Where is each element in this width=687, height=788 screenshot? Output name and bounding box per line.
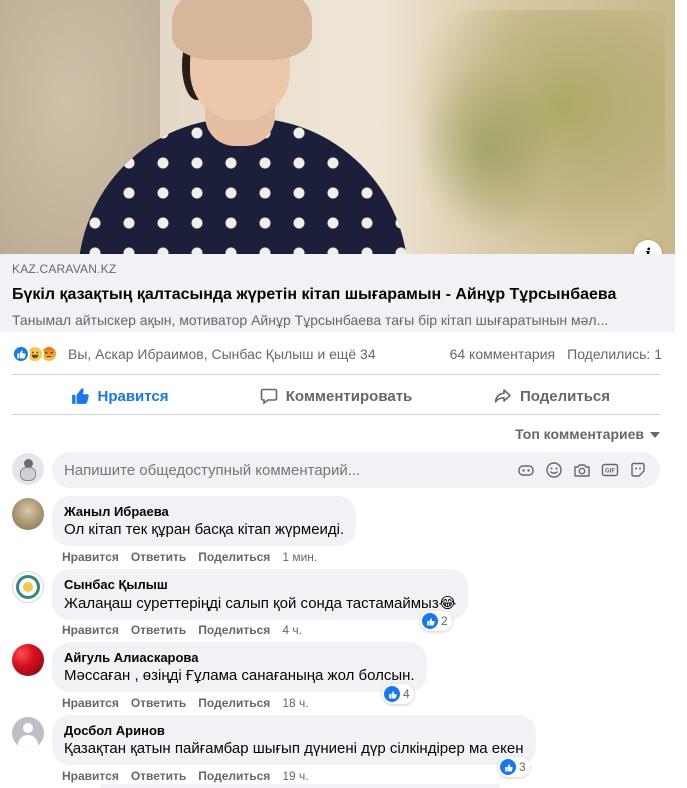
head-wrap	[172, 0, 312, 60]
reaction-count: 2	[441, 614, 448, 628]
comment-actions: Нравится Ответить Поделиться 19 ч.	[62, 769, 309, 783]
comment-share-button[interactable]: Поделиться	[198, 769, 270, 783]
like-reaction-icon	[422, 613, 438, 629]
comment-text: Жалаңаш суреттеріңді салып қой сонда тас…	[64, 595, 457, 612]
comments-count[interactable]: 64 комментария	[450, 346, 556, 362]
comment-author[interactable]: Айгуль Алиаскарова	[64, 650, 415, 665]
comment: Сынбас Қылыш Жалаңаш суреттеріңді салып …	[12, 569, 660, 639]
avatar[interactable]	[12, 453, 44, 485]
share-icon	[494, 389, 511, 403]
share-label: Поделиться	[519, 387, 611, 405]
comment-reaction-count[interactable]: 2	[420, 611, 452, 631]
comment-share-button[interactable]: Поделиться	[198, 696, 270, 710]
thumbs-up-icon	[72, 388, 90, 404]
comment-like-button[interactable]: Нравится	[62, 696, 119, 710]
avatar[interactable]	[12, 644, 44, 676]
comment-text: Ол кітап тек құран басқа кітап жүрмеиді.	[64, 521, 345, 538]
avatar[interactable]	[12, 571, 44, 603]
comment-bubble: Сынбас Қылыш Жалаңаш суреттеріңді салып …	[52, 569, 469, 620]
comment-button[interactable]: Комментировать	[228, 378, 444, 414]
comment-bubble: Досбол Аринов Қазақтан қатын пайғамбар ш…	[52, 715, 536, 765]
link-domain: KAZ.CARAVAN.KZ	[12, 262, 117, 276]
comment-reply-button[interactable]: Ответить	[131, 696, 186, 710]
comment-author[interactable]: Жаныл Ибраева	[64, 504, 344, 519]
comment-text: Қазақтан қатын пайғамбар шығып дүниені д…	[64, 740, 524, 757]
comment-input[interactable]	[64, 461, 516, 479]
like-button[interactable]: Нравится	[12, 378, 228, 414]
link-preview[interactable]: KAZ.CARAVAN.KZ Бүкіл қазақтың қалтасында…	[0, 254, 675, 332]
link-description: Танымал айтыскер ақын, мотиватор Айнұр Т…	[12, 312, 609, 328]
comment-bubble: Жаныл Ибраева Ол кітап тек құран басқа к…	[52, 496, 357, 546]
comment: Жаныл Ибраева Ол кітап тек құран басқа к…	[12, 496, 660, 566]
comment-like-button[interactable]: Нравится	[62, 623, 119, 637]
comment-time[interactable]: 4 ч.	[282, 623, 302, 637]
comment: Айгуль Алиаскарова Мәссаған , өзіңді Ғұл…	[12, 642, 660, 712]
comment-icon	[260, 388, 278, 405]
avatar[interactable]	[12, 717, 44, 749]
comment-time[interactable]: 1 мин.	[282, 550, 317, 564]
avatar-sticker-icon[interactable]	[628, 460, 648, 480]
like-reaction-icon	[500, 759, 516, 775]
comment-composer[interactable]: GIF	[52, 452, 660, 488]
reactions-bar: Вы, Аскар Ибраимов, Сынбас Қылыш и ещё 3…	[12, 340, 662, 368]
shares-count[interactable]: Поделились: 1	[567, 346, 662, 362]
like-reaction-icon	[384, 686, 400, 702]
comment-time[interactable]: 18 ч.	[282, 696, 308, 710]
next-comment-edge	[100, 784, 500, 788]
avatar[interactable]	[12, 498, 44, 530]
comment-sort-dropdown[interactable]: Топ комментариев	[500, 424, 660, 444]
comment-reply-button[interactable]: Ответить	[131, 550, 186, 564]
comment-label: Комментировать	[285, 387, 413, 405]
comment-actions: Нравится Ответить Поделиться 18 ч.	[62, 696, 309, 710]
comment-share-button[interactable]: Поделиться	[198, 623, 270, 637]
emoji-icon[interactable]	[544, 460, 564, 480]
svg-text:GIF: GIF	[605, 469, 615, 475]
comment-share-button[interactable]: Поделиться	[198, 550, 270, 564]
camera-icon[interactable]	[572, 460, 592, 480]
comment-reply-button[interactable]: Ответить	[131, 623, 186, 637]
link-preview-image[interactable]	[0, 0, 675, 254]
caret-down-icon	[650, 432, 660, 438]
post-actions: Нравится Комментировать Поделиться	[12, 378, 660, 414]
like-reaction-icon	[12, 345, 30, 363]
comment-actions: Нравится Ответить Поделиться 4 ч.	[62, 623, 302, 637]
palm-leaves-2	[415, 60, 555, 240]
comment-author[interactable]: Досбол Аринов	[64, 723, 524, 738]
comment-like-button[interactable]: Нравится	[62, 769, 119, 783]
comment-text: Мәссаған , өзіңді Ғұлама санағаныңа жол …	[64, 667, 415, 684]
comment-reply-button[interactable]: Ответить	[131, 769, 186, 783]
reaction-count: 4	[403, 687, 410, 701]
reaction-icons[interactable]	[12, 345, 58, 363]
like-label: Нравится	[97, 387, 169, 405]
comment-reaction-count[interactable]: 3	[498, 757, 530, 777]
comment-actions: Нравится Ответить Поделиться 1 мин.	[62, 550, 317, 564]
divider	[12, 374, 660, 375]
gif-icon[interactable]: GIF	[600, 460, 620, 480]
link-title[interactable]: Бүкіл қазақтың қалтасында жүретін кітап …	[12, 286, 663, 306]
comment-time[interactable]: 19 ч.	[282, 769, 308, 783]
comment-author[interactable]: Сынбас Қылыш	[64, 577, 456, 592]
comment-bubble: Айгуль Алиаскарова Мәссаған , өзіңді Ғұл…	[52, 642, 427, 692]
comment-reaction-count[interactable]: 4	[382, 684, 414, 704]
reaction-count: 3	[519, 760, 526, 774]
sticker-icon[interactable]	[516, 460, 536, 480]
share-button[interactable]: Поделиться	[444, 378, 660, 414]
comment-like-button[interactable]: Нравится	[62, 550, 119, 564]
divider	[12, 414, 660, 415]
reaction-names[interactable]: Вы, Аскар Ибраимов, Сынбас Қылыш и ещё 3…	[68, 346, 450, 362]
sort-label: Топ комментариев	[515, 426, 644, 442]
comment: Досбол Аринов Қазақтан қатын пайғамбар ш…	[12, 715, 660, 785]
